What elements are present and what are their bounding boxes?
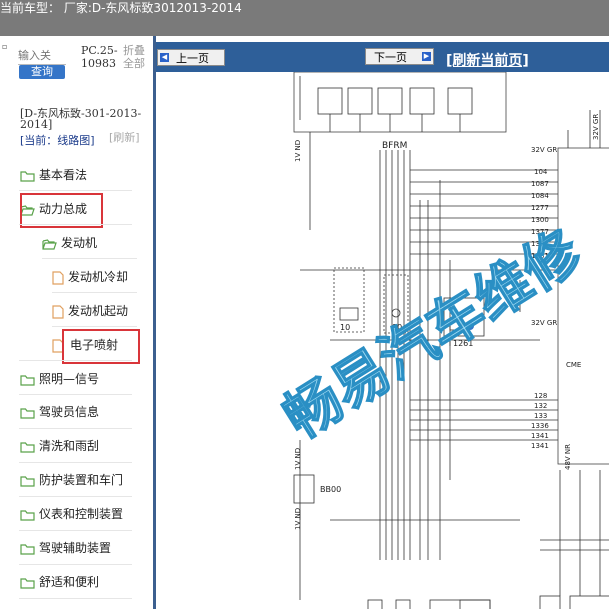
tree-item-label: 发动机 [61, 236, 98, 250]
tree-item-lighting-signal[interactable]: 照明—信号 [20, 370, 99, 388]
wiring-diagram: BFRM CME 1261 BB00 10 80 32V GR 32V GR 1… [156, 72, 609, 609]
pin-label: 133 [534, 412, 547, 420]
tree-divider [19, 394, 132, 395]
label-1v-a: 1V ND [294, 140, 302, 162]
pin-label: 1341 [531, 442, 549, 450]
label-48v: 48V NR [564, 444, 572, 470]
tree-item-label: 舒适和便利 [39, 575, 100, 589]
pin-label: 1084 [531, 192, 549, 200]
query-button[interactable]: 查询 [19, 65, 65, 79]
tree-divider [19, 530, 132, 531]
folder-open-icon [42, 238, 57, 250]
label-32v-b: 32V GR [531, 319, 557, 327]
tree-item-label: 照明—信号 [39, 372, 100, 386]
tree-divider [19, 224, 132, 225]
pin-label: 104 [534, 168, 548, 176]
model-title: [D-东风标致-301-2013-2014] [20, 107, 142, 131]
pin-label: 1336 [531, 422, 549, 430]
folder-icon [20, 170, 35, 182]
prev-page-label: 上一页 [176, 52, 209, 65]
tree-item-wash-wipe[interactable]: 清洗和雨刮 [20, 437, 99, 455]
arrow-right-icon: ▶ [422, 52, 431, 61]
highlight-box [20, 193, 103, 228]
tree-item-label: 基本看法 [39, 168, 88, 182]
label-bfrm: BFRM [382, 141, 407, 151]
tree-divider [52, 292, 137, 293]
pin-label: 132 [534, 402, 547, 410]
tree-item-label: 防护装置和车门 [39, 473, 124, 487]
tree-item-driving-assist[interactable]: 驾驶辅助装置 [20, 539, 111, 557]
label-1v-b: 1V ND [294, 448, 302, 470]
current-prefix: [当前： [20, 134, 58, 147]
pin-label: 1277 [531, 204, 549, 212]
label-10: 10 [340, 323, 350, 332]
tree-item-label: 发动机冷却 [68, 270, 129, 284]
document-icon [52, 270, 64, 285]
tree-divider [19, 462, 132, 463]
label-cme: CME [566, 361, 581, 369]
tree-divider [19, 564, 132, 565]
pc-label: PC.25- [81, 44, 118, 57]
arrow-left-icon: ◀ [160, 53, 169, 62]
label-bb00: BB00 [320, 485, 341, 494]
highlight-box [62, 329, 140, 364]
tree-divider [19, 598, 132, 599]
tree-divider [42, 258, 137, 259]
tree-item-label: 驾驶员信息 [39, 405, 100, 419]
fold-controls: 折叠 全部 [123, 44, 145, 70]
current-page-indicator: [当前：线路图] [20, 132, 95, 148]
tree-item-engine-start[interactable]: 发动机起动 [52, 302, 128, 320]
tree-divider [19, 496, 132, 497]
current-value: 线路图] [57, 134, 95, 147]
current-model-label: 当前车型： 厂家:D-东风标致3012013-2014 [0, 1, 242, 15]
top-bar: 当前车型： 厂家:D-东风标致3012013-2014 [0, 0, 609, 36]
folder-icon [20, 374, 35, 386]
folder-icon [20, 441, 35, 453]
tree-divider [19, 360, 132, 361]
folder-icon [20, 407, 35, 419]
fold-link[interactable]: 折叠 [123, 44, 145, 57]
panel-marker-icon: ▫ [2, 42, 8, 51]
tree-item-comfort[interactable]: 舒适和便利 [20, 573, 99, 591]
folder-icon [20, 577, 35, 589]
tree-item-protection-doors[interactable]: 防护装置和车门 [20, 471, 123, 489]
label-1v-c: 1V ND [294, 508, 302, 530]
tree-item-driver-info[interactable]: 驾驶员信息 [20, 403, 99, 421]
search-input[interactable] [18, 48, 66, 62]
expand-all-link[interactable]: 全部 [123, 57, 145, 70]
folder-icon [20, 475, 35, 487]
tree-item-label: 清洗和雨刮 [39, 439, 100, 453]
refresh-page-link[interactable]: [刷新当前页] [446, 50, 529, 70]
folder-icon [20, 509, 35, 521]
sidebar-refresh-link[interactable]: [刷新] [109, 132, 149, 143]
pin-label: 1341 [531, 432, 549, 440]
prev-page-button[interactable]: ◀ 上一页 [157, 49, 225, 66]
pin-label: 1300 [531, 216, 549, 224]
label-32v-a: 32V GR [531, 146, 557, 154]
document-icon [52, 304, 64, 319]
wiring-diagram-canvas: BFRM CME 1261 BB00 10 80 32V GR 32V GR 1… [272, 72, 609, 609]
tree-item-label: 驾驶辅助装置 [39, 541, 112, 555]
tree-item-label: 发动机起动 [68, 304, 129, 318]
tree-item-label: 仪表和控制装置 [39, 507, 124, 521]
label-32v-c: 32V GR [592, 114, 600, 140]
tree-item-engine-cooling[interactable]: 发动机冷却 [52, 268, 128, 286]
tree-divider [52, 326, 137, 327]
sidebar-refresh-label[interactable]: [刷新] [109, 132, 149, 143]
tree-item-instruments-controls[interactable]: 仪表和控制装置 [20, 505, 123, 523]
tree-item-basic-view[interactable]: 基本看法 [20, 166, 87, 184]
next-page-button[interactable]: 下一页 ▶ [365, 48, 434, 65]
pc-number: 10983 [81, 57, 116, 70]
tree-item-engine[interactable]: 发动机 [42, 234, 97, 252]
folder-icon [20, 543, 35, 555]
pin-label: 1087 [531, 180, 549, 188]
next-page-label: 下一页 [374, 51, 407, 64]
tree-divider [19, 428, 132, 429]
pin-label: 128 [534, 392, 547, 400]
pc-code: PC.25- 10983 [81, 44, 118, 70]
tree-divider [19, 190, 132, 191]
